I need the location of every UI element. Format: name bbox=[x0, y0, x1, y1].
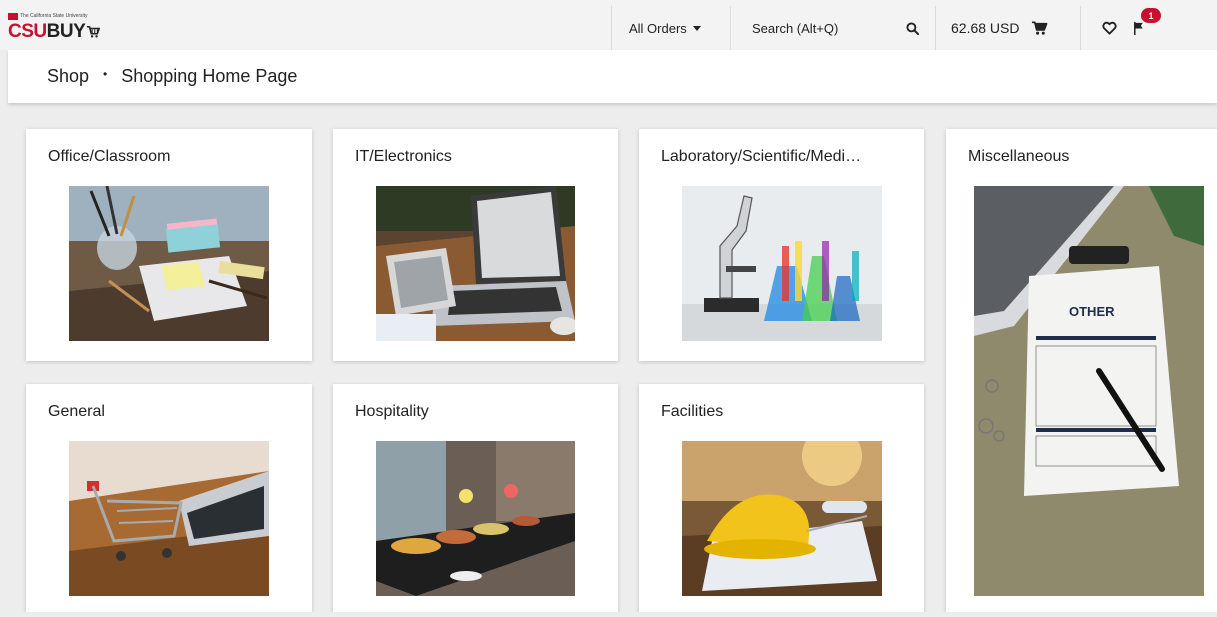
category-tile-miscellaneous[interactable]: Miscellaneous OTHER bbox=[946, 129, 1217, 617]
search-placeholder: Search (Alt+Q) bbox=[752, 20, 839, 36]
cart-icon[interactable] bbox=[1031, 20, 1048, 36]
hard-hat-blueprints-photo[interactable] bbox=[682, 441, 882, 596]
page-bottom-edge bbox=[8, 612, 1217, 617]
shopping-cart-laptop-photo[interactable] bbox=[69, 441, 269, 596]
all-orders-label: All Orders bbox=[629, 20, 687, 36]
category-title: Miscellaneous bbox=[968, 148, 1070, 165]
category-tile-hospitality[interactable]: Hospitality bbox=[333, 384, 618, 617]
laptop-tablet-photo[interactable] bbox=[376, 186, 575, 341]
cart-summary[interactable]: 62.68 USD bbox=[935, 6, 1080, 50]
category-title: General bbox=[48, 403, 105, 420]
search-field[interactable]: Search (Alt+Q) bbox=[730, 6, 935, 50]
top-navigation-bar: The California State University CSU BUY A… bbox=[0, 0, 1217, 50]
heart-icon[interactable] bbox=[1102, 21, 1117, 35]
clipboard-other-text: OTHER bbox=[1069, 304, 1115, 319]
category-tile-facilities[interactable]: Facilities bbox=[639, 384, 924, 617]
other-clipboard-photo[interactable]: OTHER bbox=[974, 186, 1204, 596]
chevron-down-icon bbox=[692, 26, 701, 31]
logo-cart-icon bbox=[87, 25, 101, 38]
flag-badge: 1 bbox=[1141, 8, 1161, 23]
category-tile-general[interactable]: General bbox=[26, 384, 312, 617]
logo-wordmark: CSU BUY bbox=[8, 21, 101, 43]
flag-icon[interactable] bbox=[1133, 21, 1145, 36]
header-actions: All Orders Search (Alt+Q) 62.68 USD 1 bbox=[611, 6, 1217, 50]
category-tile-laboratory-scientific-medical[interactable]: Laboratory/Scientific/Medi… bbox=[639, 129, 924, 361]
breadcrumb-shop[interactable]: Shop bbox=[47, 66, 89, 87]
category-title: Facilities bbox=[661, 403, 724, 420]
breadcrumb-separator: • bbox=[103, 66, 108, 81]
search-icon[interactable] bbox=[906, 21, 919, 35]
category-tile-office-classroom[interactable]: Office/Classroom bbox=[26, 129, 312, 361]
office-supplies-photo[interactable] bbox=[69, 186, 269, 341]
all-orders-dropdown[interactable]: All Orders bbox=[611, 6, 730, 50]
category-title: Laboratory/Scientific/Medi… bbox=[661, 148, 862, 165]
buffet-table-photo[interactable] bbox=[376, 441, 575, 596]
category-tile-it-electronics[interactable]: IT/Electronics bbox=[333, 129, 618, 361]
category-title: IT/Electronics bbox=[355, 148, 452, 165]
category-title: Office/Classroom bbox=[48, 148, 171, 165]
category-title: Hospitality bbox=[355, 403, 429, 420]
logo-tagline: The California State University bbox=[8, 12, 88, 20]
microscope-flasks-photo[interactable] bbox=[682, 186, 882, 341]
breadcrumb-current-page: Shopping Home Page bbox=[121, 66, 298, 86]
breadcrumb: Shop • Shopping Home Page bbox=[8, 50, 1217, 103]
cart-total: 62.68 USD bbox=[951, 20, 1020, 36]
csubuy-logo[interactable]: The California State University CSU BUY bbox=[8, 12, 101, 46]
quick-icons: 1 bbox=[1080, 6, 1217, 50]
